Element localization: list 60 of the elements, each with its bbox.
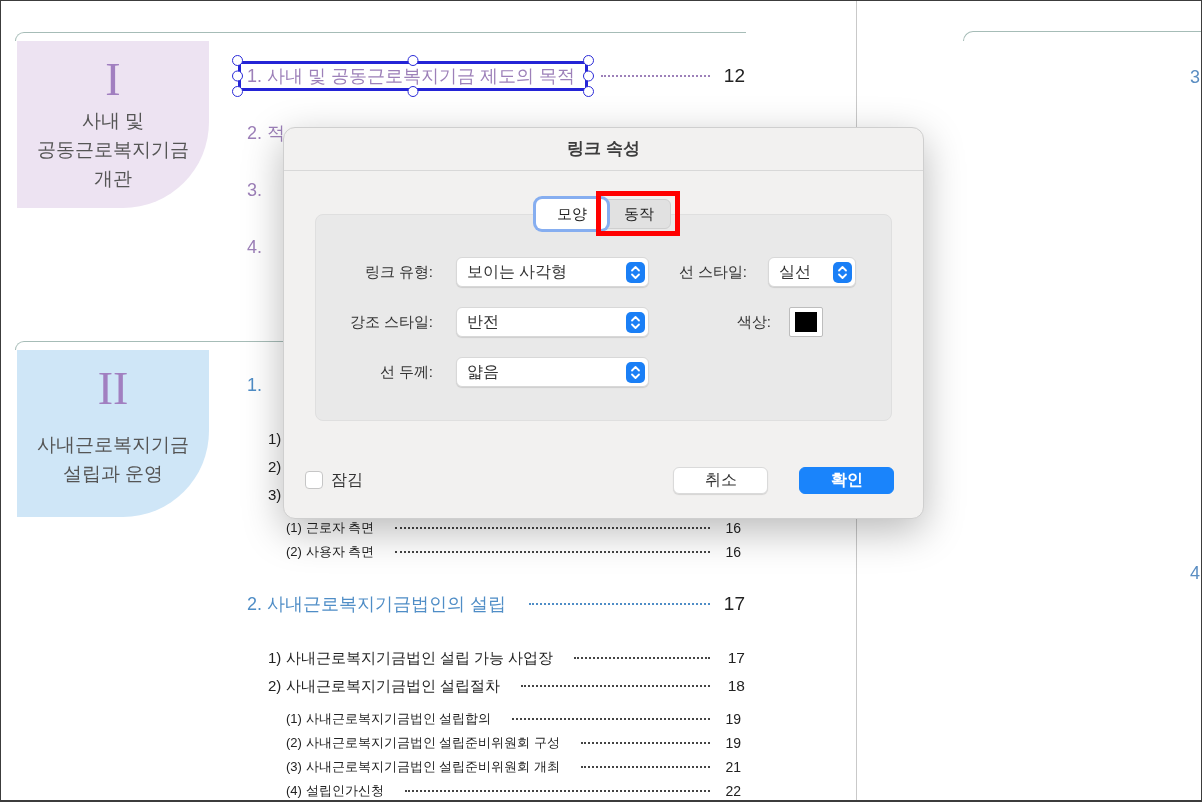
toc-entry[interactable]: 1) 사내근로복지기금법인 설립 가능 사업장: [268, 648, 553, 668]
toc-entry[interactable]: 2): [268, 457, 282, 477]
chapter-numeral: II: [97, 366, 129, 412]
resize-handle[interactable]: [232, 86, 243, 97]
up-down-arrows-icon: [833, 261, 852, 283]
resize-handle[interactable]: [583, 55, 595, 66]
toc-entry[interactable]: 1): [268, 429, 282, 449]
chapter-title: 사내 및: [81, 109, 145, 133]
dropdown[interactable]: 얇음: [456, 357, 649, 387]
resize-handle[interactable]: [583, 86, 595, 97]
toc-entry[interactable]: (4) 설립인가신청: [286, 783, 384, 799]
dialog-title: 링크 속성: [567, 138, 640, 161]
color-well[interactable]: [789, 307, 823, 337]
up-down-arrows-icon: [626, 261, 645, 283]
page-number: 18: [726, 676, 745, 696]
resize-handle[interactable]: [232, 55, 243, 66]
toc-entry[interactable]: (1) 사내근로복지기금법인 설립합의: [286, 711, 492, 727]
cancel-button[interactable]: 취소: [673, 466, 768, 494]
field-label: 선 두께:: [378, 361, 433, 382]
toc-heading[interactable]: 2. 사내근로복지기금법인의 설립: [247, 592, 506, 616]
toc-entry[interactable]: 2) 사내근로복지기금법인 설립절차: [268, 676, 500, 696]
up-down-arrows-icon: [626, 311, 645, 333]
dropdown[interactable]: 실선: [768, 257, 856, 287]
resize-handle[interactable]: [583, 70, 595, 82]
page-number: 19: [724, 735, 742, 751]
page-number: 17: [722, 592, 745, 616]
page-number: 22: [724, 783, 742, 799]
dropdown[interactable]: 보이는 사각형: [456, 257, 649, 287]
tab[interactable]: 동작: [607, 199, 671, 229]
confirm-button[interactable]: 확인: [799, 466, 894, 494]
toc-entry[interactable]: (2) 사내근로복지기금법인 설립준비위원회 구성: [286, 735, 560, 751]
chapter-title: 사내근로복지기금: [37, 432, 189, 457]
page-number: 17: [726, 648, 745, 668]
checkbox-label: 잠김: [331, 470, 363, 490]
page-number: 16: [724, 544, 742, 560]
chapter-numeral: I: [105, 57, 121, 103]
field-label: 선 스타일:: [677, 261, 747, 282]
page-number: 16: [724, 520, 742, 536]
toc-entry[interactable]: (2) 사용자 측면: [286, 544, 375, 560]
toc-heading[interactable]: 3: [1190, 67, 1200, 87]
lock-checkbox[interactable]: [305, 471, 323, 489]
page-number: 19: [724, 711, 742, 727]
chapter-title: 공동근로복지기금: [37, 138, 189, 162]
chapter-title: 설립과 운영: [62, 461, 164, 486]
toc-entry[interactable]: (1) 근로자 측면: [286, 520, 375, 536]
toc-heading[interactable]: 1.: [247, 373, 262, 397]
resize-handle[interactable]: [232, 70, 243, 82]
toc-entry[interactable]: 3): [268, 485, 282, 505]
field-label: 색상:: [735, 311, 771, 332]
page-number: 12: [722, 64, 745, 88]
dropdown[interactable]: 반전: [456, 307, 649, 337]
up-down-arrows-icon: [626, 361, 645, 383]
resize-handle[interactable]: [407, 55, 419, 66]
chapter-title: 개관: [94, 167, 132, 191]
tab[interactable]: 모양: [536, 199, 607, 229]
resize-handle[interactable]: [407, 86, 419, 97]
toc-entry[interactable]: (3) 사내근로복지기금법인 설립준비위원회 개최: [286, 759, 560, 775]
page-number: 21: [724, 759, 742, 775]
field-label: 링크 유형:: [363, 261, 433, 282]
field-label: 강조 스타일:: [348, 311, 433, 332]
